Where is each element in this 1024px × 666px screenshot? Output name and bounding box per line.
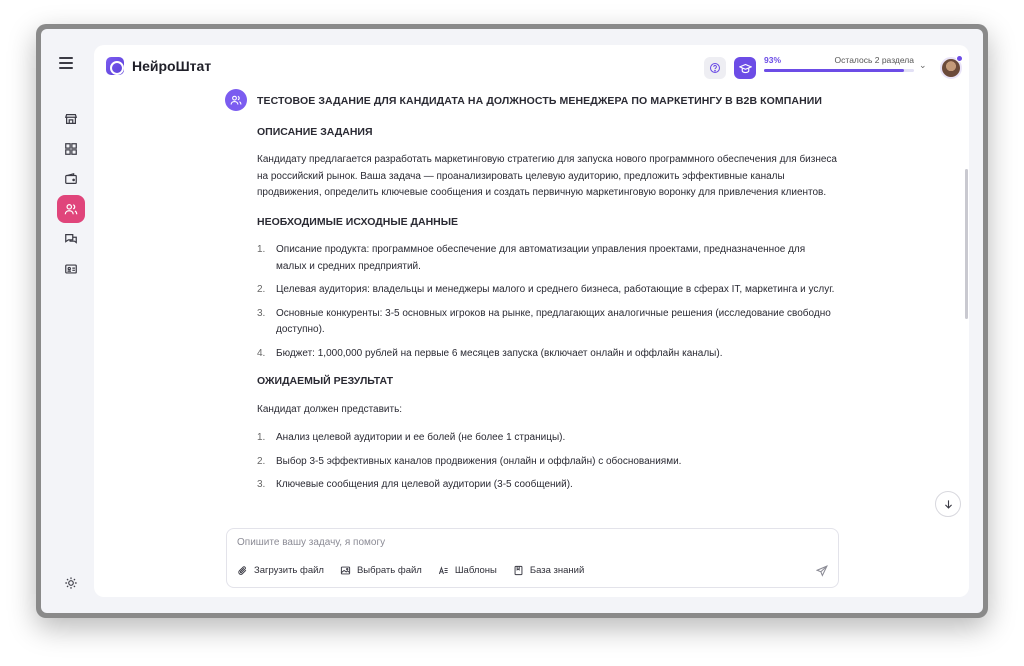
list-item: 1. Анализ целевой аудитории и ее болей (н… xyxy=(257,432,566,443)
message-title: ТЕСТОВОЕ ЗАДАНИЕ ДЛЯ КАНДИДАТА НА ДОЛЖНО… xyxy=(257,95,823,107)
sidebar-item-users[interactable] xyxy=(57,195,85,223)
app-name: НейроШтат xyxy=(132,58,212,74)
arrow-down-icon xyxy=(944,499,952,509)
send-icon[interactable] xyxy=(816,565,828,577)
list-item: 3. Ключевые сообщения для целевой аудитор… xyxy=(257,479,573,490)
theme-toggle-button[interactable] xyxy=(57,569,85,597)
wallet-icon xyxy=(65,172,77,184)
hamburger-menu-icon[interactable] xyxy=(59,57,73,72)
composer-tools: Загрузить файл Выбрать файл Шаблоны База… xyxy=(237,565,600,576)
list-item: 2. Целевая аудитория: владельцы и менедже… xyxy=(257,284,835,295)
notification-dot xyxy=(956,55,963,62)
numbered-list: 1. Описание продукта: программное обеспеч… xyxy=(257,242,837,362)
chat-icon xyxy=(65,234,77,244)
users-icon xyxy=(64,204,78,215)
choose-file-button[interactable]: Выбрать файл xyxy=(340,565,422,576)
device-frame: НейроШтат 93% Осталось 2 раздела ⌄ ТЕСТО… xyxy=(36,24,988,618)
app-logo[interactable]: НейроШтат xyxy=(106,57,211,75)
scroll-down-button[interactable] xyxy=(935,491,961,517)
question-icon xyxy=(709,62,721,74)
sidebar-item-widgets[interactable] xyxy=(57,135,85,163)
section-heading: ОЖИДАЕМЫЙ РЕЗУЛЬТАТ xyxy=(257,375,394,387)
top-bar: НейроШтат 93% Осталось 2 раздела ⌄ xyxy=(94,45,969,89)
scrollbar-thumb[interactable] xyxy=(965,169,968,319)
chat-area: ТЕСТОВОЕ ЗАДАНИЕ ДЛЯ КАНДИДАТА НА ДОЛЖНО… xyxy=(94,89,969,529)
users-icon xyxy=(230,95,242,105)
progress-percent: 93% xyxy=(764,55,782,65)
assistant-avatar xyxy=(225,89,247,111)
prompt-input[interactable] xyxy=(237,537,797,548)
progress-remaining-text: Осталось 2 раздела xyxy=(834,55,914,65)
progress-bar-fill xyxy=(764,69,904,72)
section-text: Кандидат должен представить: xyxy=(257,403,403,415)
upload-file-button[interactable]: Загрузить файл xyxy=(237,565,324,576)
course-button[interactable] xyxy=(734,57,756,79)
course-progress[interactable]: 93% Осталось 2 раздела xyxy=(764,55,914,72)
sidebar xyxy=(41,29,93,613)
help-button[interactable] xyxy=(704,57,726,79)
paperclip-icon xyxy=(238,566,247,575)
widgets-icon xyxy=(65,143,77,155)
knowledge-base-button[interactable]: База знаний xyxy=(513,565,584,576)
progress-bar xyxy=(764,69,914,72)
list-item: 2. Выбор 3-5 эффективных каналов продвиже… xyxy=(257,455,682,467)
list-item: 4. Бюджет: 1,000,000 рублей на первые 6 м… xyxy=(257,347,723,359)
store-icon xyxy=(64,114,78,124)
composer: Загрузить файл Выбрать файл Шаблоны База… xyxy=(226,528,839,588)
logo-icon xyxy=(106,57,124,75)
list-item: 1. Описание продукта: программное обеспеч… xyxy=(257,244,806,272)
numbered-list: 1. Анализ целевой аудитории и ее болей (н… xyxy=(257,430,837,494)
sidebar-item-chat[interactable] xyxy=(57,225,85,253)
chevron-down-icon[interactable]: ⌄ xyxy=(919,60,927,71)
list-item: 3. Основные конкуренты: 3-5 основных игро… xyxy=(257,307,831,336)
id-card-icon xyxy=(65,264,77,274)
templates-icon xyxy=(438,566,448,575)
sidebar-item-store[interactable] xyxy=(57,105,85,133)
section-heading: ОПИСАНИЕ ЗАДАНИЯ xyxy=(257,125,373,138)
templates-button[interactable]: Шаблоны xyxy=(438,565,497,576)
scrollbar[interactable] xyxy=(964,89,969,529)
sidebar-item-id-card[interactable] xyxy=(57,255,85,283)
sun-icon xyxy=(65,577,77,589)
main-panel: НейроШтат 93% Осталось 2 раздела ⌄ ТЕСТО… xyxy=(94,45,969,597)
app-window: НейроШтат 93% Осталось 2 раздела ⌄ ТЕСТО… xyxy=(41,29,983,613)
image-file-icon xyxy=(340,566,351,575)
book-icon xyxy=(514,565,523,576)
assistant-message: ТЕСТОВОЕ ЗАДАНИЕ ДЛЯ КАНДИДАТА НА ДОЛЖНО… xyxy=(257,93,837,505)
graduation-cap-icon xyxy=(738,63,752,73)
section-heading: НЕОБХОДИМЫЕ ИСХОДНЫЕ ДАННЫЕ xyxy=(257,215,459,228)
sidebar-item-wallet[interactable] xyxy=(57,165,85,193)
section-text: Кандидату предлагается разработать марке… xyxy=(257,154,837,198)
